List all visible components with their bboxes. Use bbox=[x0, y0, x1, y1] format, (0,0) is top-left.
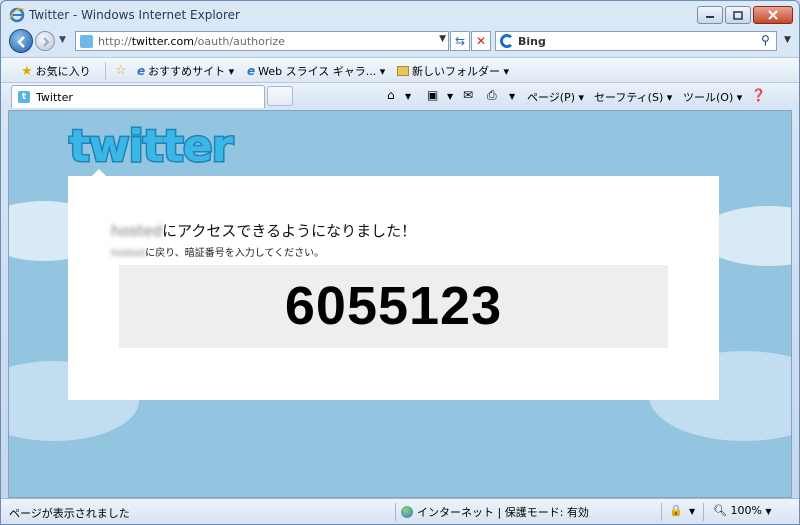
minimize-icon bbox=[706, 16, 714, 18]
safety-menu[interactable]: セーフティ(S) ▾ bbox=[594, 89, 672, 105]
favorites-item-label: 新しいフォルダー ▾ bbox=[412, 65, 510, 78]
bing-icon bbox=[500, 34, 514, 48]
stop-button[interactable]: ✕ bbox=[471, 31, 491, 51]
favorites-label: お気に入り bbox=[35, 65, 91, 78]
search-icon: ⚲ bbox=[761, 33, 770, 47]
favorites-button[interactable]: ★ お気に入り bbox=[21, 63, 91, 79]
authorization-panel: hostedにアクセスできるようになりました！ hostedに戻り、暗証番号を入… bbox=[68, 176, 719, 400]
maximize-icon bbox=[733, 10, 743, 20]
home-icon[interactable]: ⌂ bbox=[387, 88, 395, 102]
favorites-item-new-folder[interactable]: 新しいフォルダー ▾ bbox=[397, 63, 509, 79]
page-menu[interactable]: ページ(P) ▾ bbox=[527, 89, 584, 105]
zoom-level[interactable]: 🔍︎ 100% ▼ bbox=[713, 504, 772, 517]
zoom-icon: 🔍︎ bbox=[713, 504, 727, 517]
twitter-logo[interactable]: twitter bbox=[67, 120, 234, 174]
globe-icon bbox=[401, 506, 413, 518]
return-hint: hostedに戻り、暗証番号を入力してください。 bbox=[111, 244, 324, 259]
new-tab-button[interactable] bbox=[267, 86, 293, 106]
search-button[interactable]: ⚲ bbox=[761, 33, 770, 47]
pin-box: 6055123 bbox=[119, 265, 668, 348]
status-message: ページが表示されました bbox=[9, 507, 130, 520]
favorites-item-web-slice-gallery[interactable]: e Web スライス ギャラ... ▾ bbox=[247, 63, 385, 79]
folder-icon bbox=[397, 66, 409, 76]
tab-label: Twitter bbox=[36, 91, 73, 104]
favorites-item-label: おすすめサイト ▾ bbox=[148, 65, 235, 78]
forward-icon bbox=[43, 37, 50, 47]
ie-icon bbox=[9, 7, 25, 23]
back-icon bbox=[17, 36, 25, 48]
divider bbox=[105, 62, 106, 80]
refresh-button[interactable]: ⇆ bbox=[450, 31, 470, 51]
address-dropdown[interactable]: ▼ bbox=[439, 34, 446, 44]
search-box[interactable]: Bing bbox=[495, 31, 777, 51]
zone-label: インターネット | 保護モード: 有効 bbox=[417, 506, 589, 519]
feeds-icon[interactable]: ▣ bbox=[427, 88, 438, 102]
search-options-dropdown[interactable]: ▼ bbox=[784, 35, 791, 45]
access-granted-message: hostedにアクセスできるようになりました！ bbox=[111, 220, 416, 241]
print-dropdown[interactable]: ▼ bbox=[509, 92, 515, 101]
add-to-favorites-bar-button[interactable]: ☆ bbox=[115, 63, 127, 78]
ie-page-icon: e bbox=[137, 64, 146, 78]
navigation-bar: ▼ http://twitter.com/oauth/authorize ▼ ⇆… bbox=[1, 29, 799, 53]
close-icon bbox=[768, 10, 778, 20]
home-dropdown[interactable]: ▼ bbox=[405, 92, 411, 101]
app-name-redacted: hosted bbox=[111, 222, 163, 240]
protected-mode-dropdown[interactable]: ▼ bbox=[689, 507, 695, 516]
protected-mode-icon[interactable]: 🔒 bbox=[669, 504, 683, 517]
access-granted-text: にアクセスできるようになりました！ bbox=[162, 222, 417, 240]
divider bbox=[395, 503, 396, 521]
url-path: /oauth/authorize bbox=[193, 35, 285, 48]
page-content: twitter hostedにアクセスできるようになりました！ hostedに戻… bbox=[8, 110, 792, 498]
browser-window: Twitter - Windows Internet Explorer ▼ ht… bbox=[0, 0, 800, 525]
forward-button[interactable] bbox=[35, 31, 55, 51]
zoom-dropdown[interactable]: ▼ bbox=[765, 507, 771, 516]
address-text[interactable]: http://twitter.com/oauth/authorize bbox=[98, 35, 285, 48]
divider bbox=[661, 503, 662, 521]
url-prefix: http:// bbox=[98, 35, 132, 48]
tab-bar: t Twitter ⌂ ▼ ▣ ▼ ✉ ⎙ ▼ ページ(P) ▾ セーフティ(S… bbox=[1, 83, 799, 109]
search-provider: Bing bbox=[518, 35, 546, 48]
ie-page-icon: e bbox=[247, 64, 256, 78]
add-favorite-icon: ☆ bbox=[115, 63, 127, 78]
favorites-item-label: Web スライス ギャラ... ▾ bbox=[258, 65, 386, 78]
hint-text: に戻り、暗証番号を入力してください。 bbox=[145, 248, 325, 259]
hint-app-redacted: hosted bbox=[111, 248, 146, 259]
feeds-dropdown[interactable]: ▼ bbox=[447, 92, 453, 101]
recent-pages-dropdown[interactable]: ▼ bbox=[59, 35, 66, 45]
maximize-button[interactable] bbox=[725, 6, 751, 24]
favorites-item-suggested-sites[interactable]: e おすすめサイト ▾ bbox=[137, 63, 234, 79]
mail-icon[interactable]: ✉ bbox=[463, 88, 473, 102]
close-button[interactable] bbox=[753, 6, 793, 24]
twitter-favicon-icon: t bbox=[18, 91, 30, 103]
zoom-value: 100% bbox=[730, 504, 762, 517]
tab-twitter[interactable]: t Twitter bbox=[11, 85, 265, 108]
favorites-bar: ★ お気に入り ☆ e おすすめサイト ▾ e Web スライス ギャラ... … bbox=[1, 57, 799, 83]
help-icon[interactable]: ❓ bbox=[751, 88, 766, 102]
title-bar: Twitter - Windows Internet Explorer bbox=[1, 1, 799, 29]
print-icon[interactable]: ⎙ bbox=[487, 88, 497, 103]
site-favicon-icon bbox=[80, 35, 93, 48]
minimize-button[interactable] bbox=[697, 6, 723, 24]
divider bbox=[703, 503, 704, 521]
favorites-star-icon: ★ bbox=[21, 63, 33, 79]
refresh-icon: ⇆ bbox=[454, 34, 466, 48]
tools-menu[interactable]: ツール(O) ▾ bbox=[683, 89, 742, 105]
back-button[interactable] bbox=[9, 29, 33, 53]
security-zone[interactable]: インターネット | 保護モード: 有効 bbox=[401, 504, 589, 520]
stop-icon: ✕ bbox=[475, 34, 487, 48]
url-host: twitter.com bbox=[131, 35, 194, 48]
status-bar: ページが表示されました インターネット | 保護モード: 有効 🔒 ▼ 🔍︎ 1… bbox=[1, 498, 799, 524]
window-title: Twitter - Windows Internet Explorer bbox=[29, 8, 240, 22]
pin-code[interactable]: 6055123 bbox=[119, 265, 668, 348]
address-bar[interactable]: http://twitter.com/oauth/authorize ▼ bbox=[75, 31, 449, 51]
